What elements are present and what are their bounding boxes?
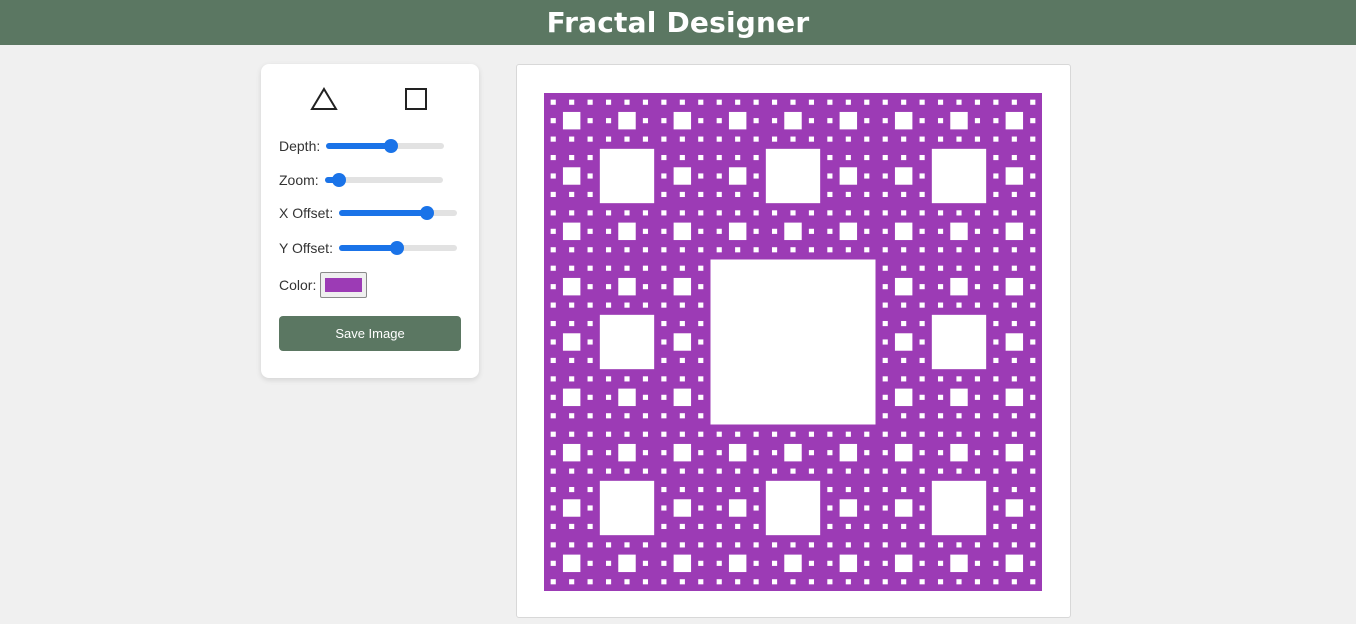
color-picker[interactable]: [320, 272, 368, 298]
square-shape-button[interactable]: [398, 84, 434, 114]
controls-panel: Depth: Zoom: X Offset: Y Offset: Color: …: [261, 64, 479, 378]
fractal-canvas-panel: [516, 64, 1071, 618]
x-offset-slider[interactable]: [339, 205, 458, 221]
depth-slider[interactable]: [326, 138, 445, 154]
color-label: Color:: [279, 277, 317, 293]
zoom-label: Zoom:: [279, 172, 319, 188]
depth-control: Depth:: [279, 138, 445, 154]
y-offset-control: Y Offset:: [279, 240, 457, 256]
zoom-control: Zoom:: [279, 172, 443, 188]
app-header: Fractal Designer: [0, 0, 1356, 45]
zoom-slider[interactable]: [324, 172, 443, 188]
y-offset-label: Y Offset:: [279, 240, 333, 256]
triangle-icon: [310, 87, 338, 110]
color-swatch: [325, 278, 363, 292]
depth-label: Depth:: [279, 138, 321, 154]
save-image-button[interactable]: Save Image: [279, 316, 461, 351]
x-offset-control: X Offset:: [279, 205, 458, 221]
x-offset-label: X Offset:: [279, 205, 334, 221]
triangle-shape-button[interactable]: [306, 84, 342, 114]
square-icon: [405, 88, 427, 110]
y-offset-slider[interactable]: [338, 240, 457, 256]
fractal-canvas[interactable]: [544, 93, 1042, 591]
app-title: Fractal Designer: [546, 6, 810, 39]
color-control: Color:: [279, 272, 368, 298]
